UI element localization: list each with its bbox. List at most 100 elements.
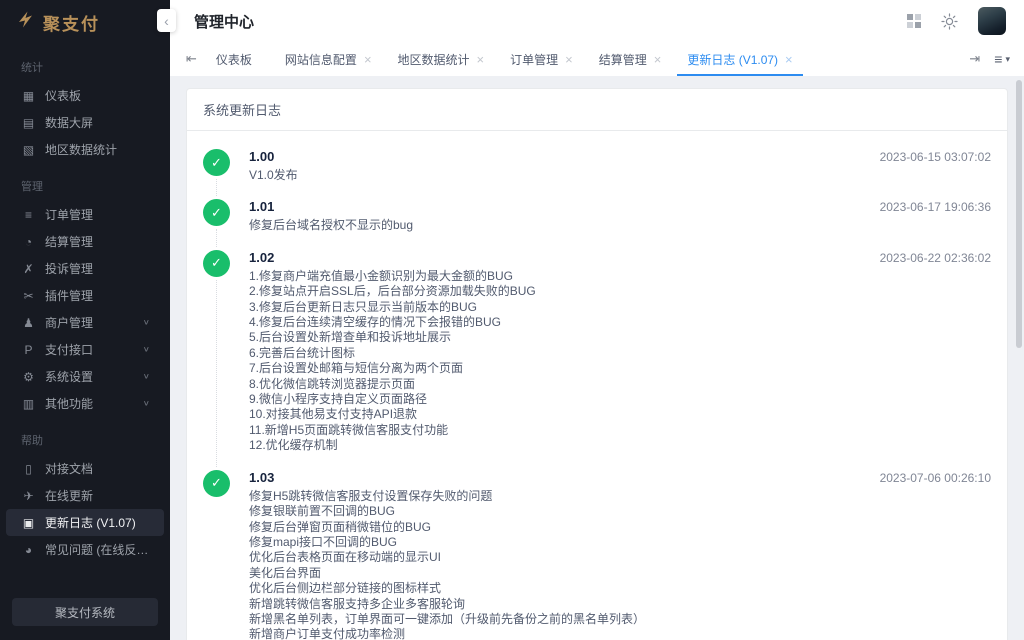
tab-label: 地区数据统计 xyxy=(398,51,470,68)
sidebar-item[interactable]: ▣ 更新日志 (V1.07) xyxy=(6,509,164,536)
version-label: 1.02 xyxy=(249,249,821,266)
tab-label: 网站信息配置 xyxy=(285,51,357,68)
changelog-line: 3.修复后台更新日志只显示当前版本的BUG xyxy=(249,300,821,315)
tab-bar: ⇤ 仪表板 网站信息配置 × 地区数据统计 × 订单管理 × xyxy=(170,42,1024,76)
theme-sun-icon[interactable] xyxy=(941,13,958,30)
logo: 聚支付 xyxy=(0,0,170,44)
sidebar-item-label: 对接文档 xyxy=(45,460,93,477)
tab-close-icon[interactable]: × xyxy=(364,53,372,66)
chevron-down-icon: ∨ xyxy=(143,399,154,407)
tab-label: 订单管理 xyxy=(510,51,558,68)
entry-body: 1.01 修复后台域名授权不显示的bug xyxy=(249,198,821,233)
chevron-down-icon: ∨ xyxy=(143,345,154,353)
tab[interactable]: 网站信息配置 × xyxy=(272,42,385,76)
tab[interactable]: 仪表板 xyxy=(203,42,272,76)
tab-close-icon[interactable]: × xyxy=(785,53,793,66)
sidebar-item-label: 常见问题 (在线反馈) xyxy=(45,541,150,558)
region-stats-icon: ▧ xyxy=(21,143,36,157)
layout-grid-icon[interactable] xyxy=(907,14,921,28)
changelog-line: 美化后台界面 xyxy=(249,566,821,581)
entry-body: 1.02 1.修复商户端充值最小金额识别为最大金额的BUG2.修复站点开启SSL… xyxy=(249,249,821,454)
tab-close-icon[interactable]: × xyxy=(654,53,662,66)
sidebar-item[interactable]: ▯ 对接文档 xyxy=(6,455,164,482)
check-icon: ✓ xyxy=(203,470,230,497)
tab-close-icon[interactable]: × xyxy=(477,53,485,66)
changelog-line: 11.新增H5页面跳转微信客服支付功能 xyxy=(249,423,821,438)
sidebar-item[interactable]: ✈ 在线更新 xyxy=(6,482,164,509)
changelog-line: 1.修复商户端充值最小金额识别为最大金额的BUG xyxy=(249,269,821,284)
tabs-scroll-last-icon[interactable]: ⇥ xyxy=(969,51,980,67)
doc-icon: ▯ xyxy=(21,462,36,476)
sidebar-item[interactable]: ⚙ 系统设置 ∨ xyxy=(6,363,164,390)
sidebar-item-label: 系统设置 xyxy=(45,368,93,385)
changelog-line: 8.优化微信跳转浏览器提示页面 xyxy=(249,377,821,392)
system-name-button[interactable]: 聚支付系统 xyxy=(12,598,158,626)
content-area: 系统更新日志 ✓ 1.00 V1.0发布 xyxy=(170,76,1024,640)
version-label: 1.00 xyxy=(249,148,821,165)
caret-down-icon: ▾ xyxy=(1005,54,1010,65)
sidebar: 聚支付 统计 ▦ 仪表板 ▤ 数据大屏 xyxy=(0,0,170,640)
dashboard-icon: ▦ xyxy=(21,89,36,103)
sidebar-item[interactable]: ✂ 插件管理 xyxy=(6,282,164,309)
card-title: 系统更新日志 xyxy=(187,89,1007,131)
changelog-line: 新增黑名单列表，订单界面可一键添加（升级前先备份之前的黑名单列表） xyxy=(249,612,821,627)
logo-text: 聚支付 xyxy=(43,10,100,35)
vertical-scrollbar[interactable] xyxy=(1016,80,1022,348)
app-window: 聚支付 统计 ▦ 仪表板 ▤ 数据大屏 xyxy=(0,0,1024,640)
changelog-line: 7.后台设置处邮箱与短信分离为两个页面 xyxy=(249,361,821,376)
sidebar-item[interactable]: ◔ 结算管理 xyxy=(6,228,164,255)
sidebar-item[interactable]: ▧ 地区数据统计 xyxy=(6,136,164,163)
chevron-down-icon: ∨ xyxy=(143,318,154,326)
sidebar-item-label: 商户管理 xyxy=(45,314,93,331)
sidebar-item[interactable]: ♟ 商户管理 ∨ xyxy=(6,309,164,336)
tab-close-icon[interactable]: × xyxy=(565,53,573,66)
tab-label: 更新日志 (V1.07) xyxy=(687,51,778,68)
tab[interactable]: 结算管理 × xyxy=(586,42,675,76)
timeline-entry: ✓ 1.02 1.修复商户端充值最小金额识别为最大金额的BUG2.修复站点开启S… xyxy=(203,249,991,469)
user-avatar[interactable] xyxy=(978,7,1006,35)
sidebar-item[interactable]: P 支付接口 ∨ xyxy=(6,336,164,363)
timestamp: 2023-06-17 19:06:36 xyxy=(880,200,991,214)
section-label: 管理 xyxy=(21,178,170,194)
tab-label: 结算管理 xyxy=(599,51,647,68)
sidebar-item[interactable]: ✗ 投诉管理 xyxy=(6,255,164,282)
section-label: 帮助 xyxy=(21,432,170,448)
sidebar-item[interactable]: ▦ 仪表板 xyxy=(6,82,164,109)
chevron-down-icon: ∨ xyxy=(143,372,154,380)
plugin-icon: ✂ xyxy=(21,289,36,303)
settings-gear-icon: ⚙ xyxy=(21,370,36,384)
section-label: 统计 xyxy=(21,59,170,75)
sidebar-item-label: 投诉管理 xyxy=(45,260,93,277)
entry-body: 1.03 修复H5跳转微信客服支付设置保存失败的问题修复银联前置不回调的BUG修… xyxy=(249,469,821,640)
timestamp: 2023-06-22 02:36:02 xyxy=(880,251,991,265)
tab[interactable]: 地区数据统计 × xyxy=(385,42,498,76)
changelog-line: 修复后台弹窗页面稍微错位的BUG xyxy=(249,520,821,535)
update-log-card: 系统更新日志 ✓ 1.00 V1.0发布 xyxy=(186,88,1008,640)
changelog-line: 2.修复站点开启SSL后，后台部分资源加载失败的BUG xyxy=(249,284,821,299)
tab[interactable]: 订单管理 × xyxy=(497,42,586,76)
top-header: 管理中心 xyxy=(170,0,1024,42)
changelog-line: 优化后台侧边栏部分链接的图标样式 xyxy=(249,581,821,596)
entry-body: 1.00 V1.0发布 xyxy=(249,148,821,183)
sidebar-item-label: 在线更新 xyxy=(45,487,93,504)
sidebar-item-label: 地区数据统计 xyxy=(45,141,117,158)
sidebar-item[interactable]: ◕ 常见问题 (在线反馈) xyxy=(6,536,164,563)
tabs-scroll-first-icon[interactable]: ⇤ xyxy=(186,51,197,67)
sidebar-item[interactable]: ▤ 数据大屏 xyxy=(6,109,164,136)
sidebar-item[interactable]: ≡ 订单管理 xyxy=(6,201,164,228)
sidebar-item-label: 仪表板 xyxy=(45,87,81,104)
changelog-line: 4.修复后台连续清空缓存的情况下会报错的BUG xyxy=(249,315,821,330)
sidebar-item-label: 其他功能 xyxy=(45,395,93,412)
tab-options-menu[interactable]: ≡ ▾ xyxy=(994,51,1010,67)
changelog-line: V1.0发布 xyxy=(249,168,821,183)
sidebar-item-label: 插件管理 xyxy=(45,287,93,304)
sidebar-item[interactable]: ▥ 其他功能 ∨ xyxy=(6,390,164,417)
tab[interactable]: 更新日志 (V1.07) × xyxy=(674,42,805,76)
sidebar-collapse-button[interactable]: ‹ xyxy=(157,9,176,32)
changelog-line: 5.后台设置处新增查单和投诉地址展示 xyxy=(249,330,821,345)
merchant-icon: ♟ xyxy=(21,316,36,330)
timestamp: 2023-06-15 03:07:02 xyxy=(880,150,991,164)
changelog-line: 修复银联前置不回调的BUG xyxy=(249,504,821,519)
order-icon: ≡ xyxy=(21,208,36,222)
version-label: 1.01 xyxy=(249,198,821,215)
